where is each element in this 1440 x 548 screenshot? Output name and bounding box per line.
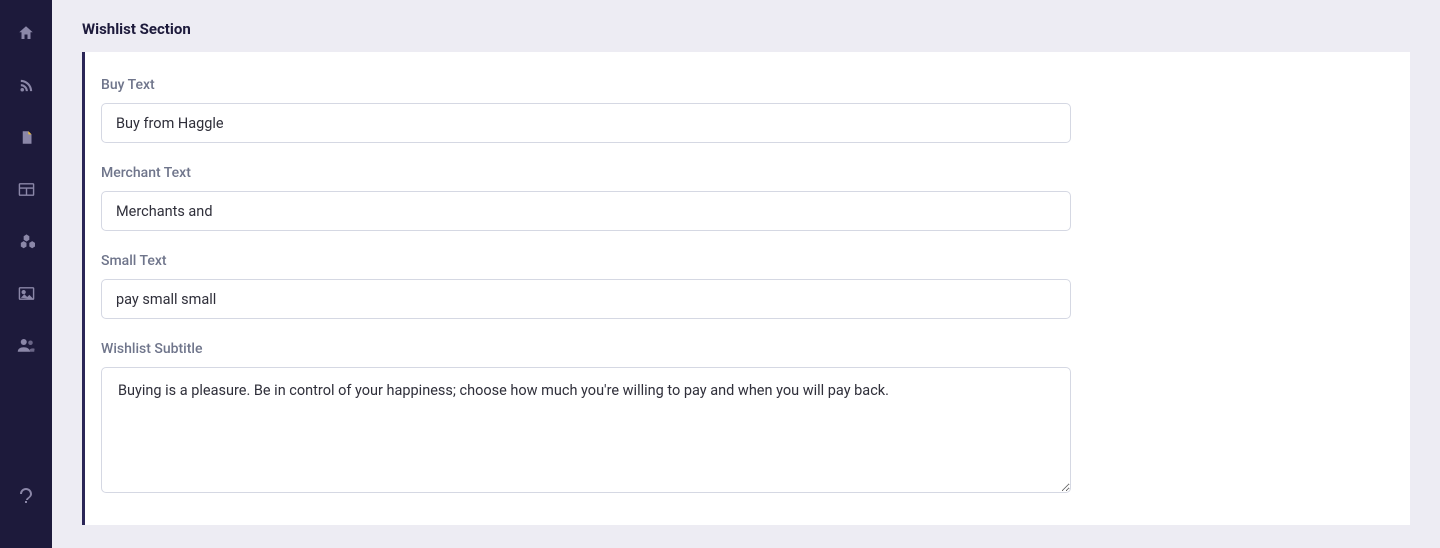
form-card: Buy Text Merchant Text Small Text Wishli… bbox=[82, 52, 1410, 525]
merchant-text-label: Merchant Text bbox=[101, 165, 1394, 181]
form-row-wishlist-subtitle: Wishlist Subtitle bbox=[101, 341, 1394, 497]
content-area: Wishlist Section Buy Text Merchant Text … bbox=[52, 0, 1440, 548]
form-row-small-text: Small Text bbox=[101, 253, 1394, 319]
sidebar-item-home[interactable] bbox=[0, 12, 52, 54]
image-icon bbox=[18, 286, 35, 301]
sidebar-item-help[interactable] bbox=[0, 476, 52, 518]
wishlist-subtitle-textarea[interactable] bbox=[101, 367, 1071, 493]
buy-text-input[interactable] bbox=[101, 103, 1071, 143]
page-header: Wishlist Section bbox=[52, 0, 1440, 52]
boxes-icon bbox=[18, 233, 35, 250]
small-text-input[interactable] bbox=[101, 279, 1071, 319]
sidebar-item-blog[interactable] bbox=[0, 64, 52, 106]
sidebar-item-products[interactable] bbox=[0, 220, 52, 262]
help-icon bbox=[20, 488, 32, 506]
file-icon bbox=[19, 129, 34, 146]
wishlist-subtitle-label: Wishlist Subtitle bbox=[101, 341, 1394, 357]
merchant-text-input[interactable] bbox=[101, 191, 1071, 231]
sidebar bbox=[0, 0, 52, 548]
users-icon bbox=[17, 338, 35, 352]
buy-text-label: Buy Text bbox=[101, 77, 1394, 93]
table-icon bbox=[18, 182, 35, 197]
page-title: Wishlist Section bbox=[82, 20, 1410, 38]
sidebar-item-media[interactable] bbox=[0, 272, 52, 314]
sidebar-item-table[interactable] bbox=[0, 168, 52, 210]
small-text-label: Small Text bbox=[101, 253, 1394, 269]
sidebar-item-page[interactable] bbox=[0, 116, 52, 158]
form-row-buy-text: Buy Text bbox=[101, 77, 1394, 143]
home-icon bbox=[17, 24, 35, 42]
form-row-merchant-text: Merchant Text bbox=[101, 165, 1394, 231]
sidebar-item-users[interactable] bbox=[0, 324, 52, 366]
rss-icon bbox=[18, 77, 35, 94]
